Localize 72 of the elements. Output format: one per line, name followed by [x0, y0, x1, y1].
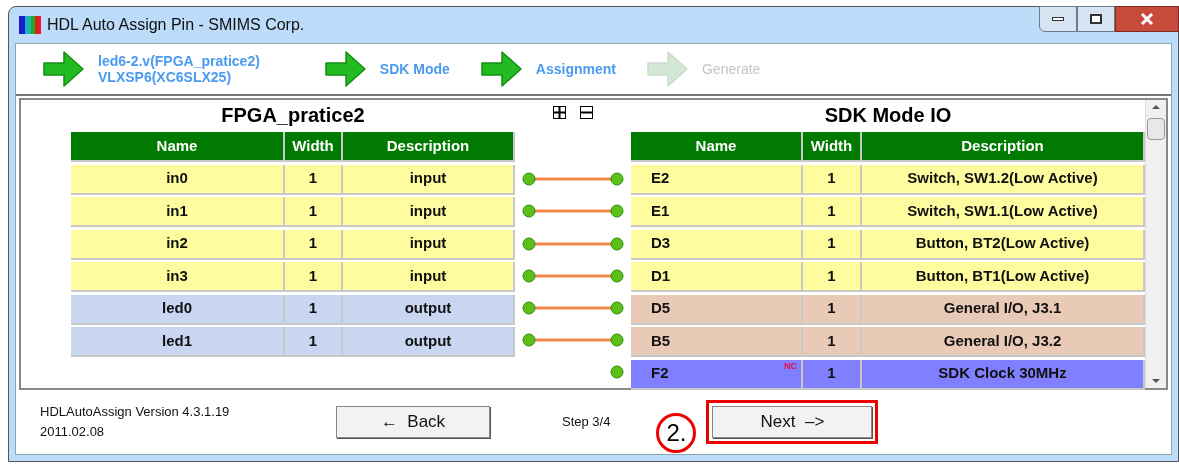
table-cell: in0	[71, 164, 285, 195]
step-label: Generate	[701, 61, 761, 77]
table-cell: 1	[285, 197, 343, 227]
step-label: Assignment	[535, 61, 616, 77]
table-cell: 1	[803, 294, 862, 325]
table-cell: in2	[71, 229, 285, 260]
pin-name: D3	[651, 233, 671, 254]
table-cell: led0	[71, 294, 285, 325]
maximize-button[interactable]	[1077, 6, 1115, 32]
table-cell: input	[343, 229, 515, 260]
table-cell: 1	[803, 197, 862, 227]
back-button[interactable]: ← Back	[336, 406, 490, 438]
column-header: Width	[285, 132, 343, 162]
table-cell: output	[343, 327, 515, 357]
collapse-all-icon[interactable]	[580, 106, 593, 119]
pin-name: F2	[651, 363, 669, 384]
table-cell: 1	[803, 359, 862, 390]
app-icon	[19, 16, 41, 34]
table-cell: 1	[803, 164, 862, 195]
arrow-icon	[479, 49, 524, 89]
table-cell: input	[343, 164, 515, 195]
callout-number: 2.	[656, 413, 697, 453]
arrow-icon	[323, 49, 368, 89]
close-icon	[1140, 13, 1154, 25]
minimize-button[interactable]	[1039, 6, 1077, 32]
table-cell: 1	[803, 262, 862, 292]
table-cell: in1	[71, 197, 285, 227]
column-header: Description	[862, 132, 1145, 162]
table-title: SDK Mode IO	[824, 103, 952, 128]
table-cell: input	[343, 262, 515, 292]
date-text: 2011.02.08	[40, 423, 106, 441]
table-cell: 1	[285, 262, 343, 292]
table-cell: 1	[285, 294, 343, 325]
arrow-icon	[42, 49, 86, 89]
table-cell: Switch, SW1.2(Low Active)	[862, 164, 1145, 195]
next-button[interactable]: Next –>	[712, 406, 873, 438]
expand-all-icon[interactable]	[553, 106, 566, 119]
table-cell: SDK Clock 30MHz	[862, 359, 1145, 390]
table-cell: 1	[285, 327, 343, 357]
step-label: SDK Mode	[379, 61, 450, 77]
pin-name: E2	[651, 168, 670, 189]
table-cell: 1	[285, 164, 343, 195]
table-cell: General I/O, J3.1	[862, 294, 1145, 325]
table-cell: 1	[803, 327, 862, 357]
table-cell: General I/O, J3.2	[862, 327, 1145, 357]
table-cell: output	[343, 294, 515, 325]
pin-name: E1	[651, 200, 670, 221]
table-cell: 1	[803, 229, 862, 260]
version-text: HDLAutoAssign Version 4.3.1.19	[40, 403, 231, 421]
close-button[interactable]	[1115, 6, 1179, 32]
table-cell: Switch, SW1.1(Low Active)	[862, 197, 1145, 227]
table-cell: input	[343, 197, 515, 227]
column-header: Width	[803, 132, 862, 162]
table-cell: in3	[71, 262, 285, 292]
table-cell: Button, BT1(Low Active)	[862, 262, 1145, 292]
column-header: Name	[631, 132, 803, 162]
column-header: Description	[343, 132, 515, 162]
nc-label: NC	[784, 359, 797, 373]
scrollbar[interactable]	[1145, 100, 1166, 388]
step-indicator: Step 3/4	[562, 413, 611, 432]
table-cell: Button, BT2(Low Active)	[862, 229, 1145, 260]
window-title: HDL Auto Assign Pin - SMIMS Corp.	[47, 15, 305, 35]
pin-name: B5	[651, 330, 671, 351]
table-cell: led1	[71, 327, 285, 357]
pin-name: D1	[651, 265, 671, 286]
arrow-icon	[645, 49, 690, 89]
pin-name: D5	[651, 298, 671, 319]
scroll-thumb[interactable]	[1147, 118, 1165, 140]
table-cell: 1	[285, 229, 343, 260]
column-header: Name	[71, 132, 285, 162]
step-label: led6-2.v(FPGA_pratice2) VLXSP6(XC6SLX25)	[98, 53, 260, 85]
table-title: FPGA_pratice2	[221, 103, 365, 128]
